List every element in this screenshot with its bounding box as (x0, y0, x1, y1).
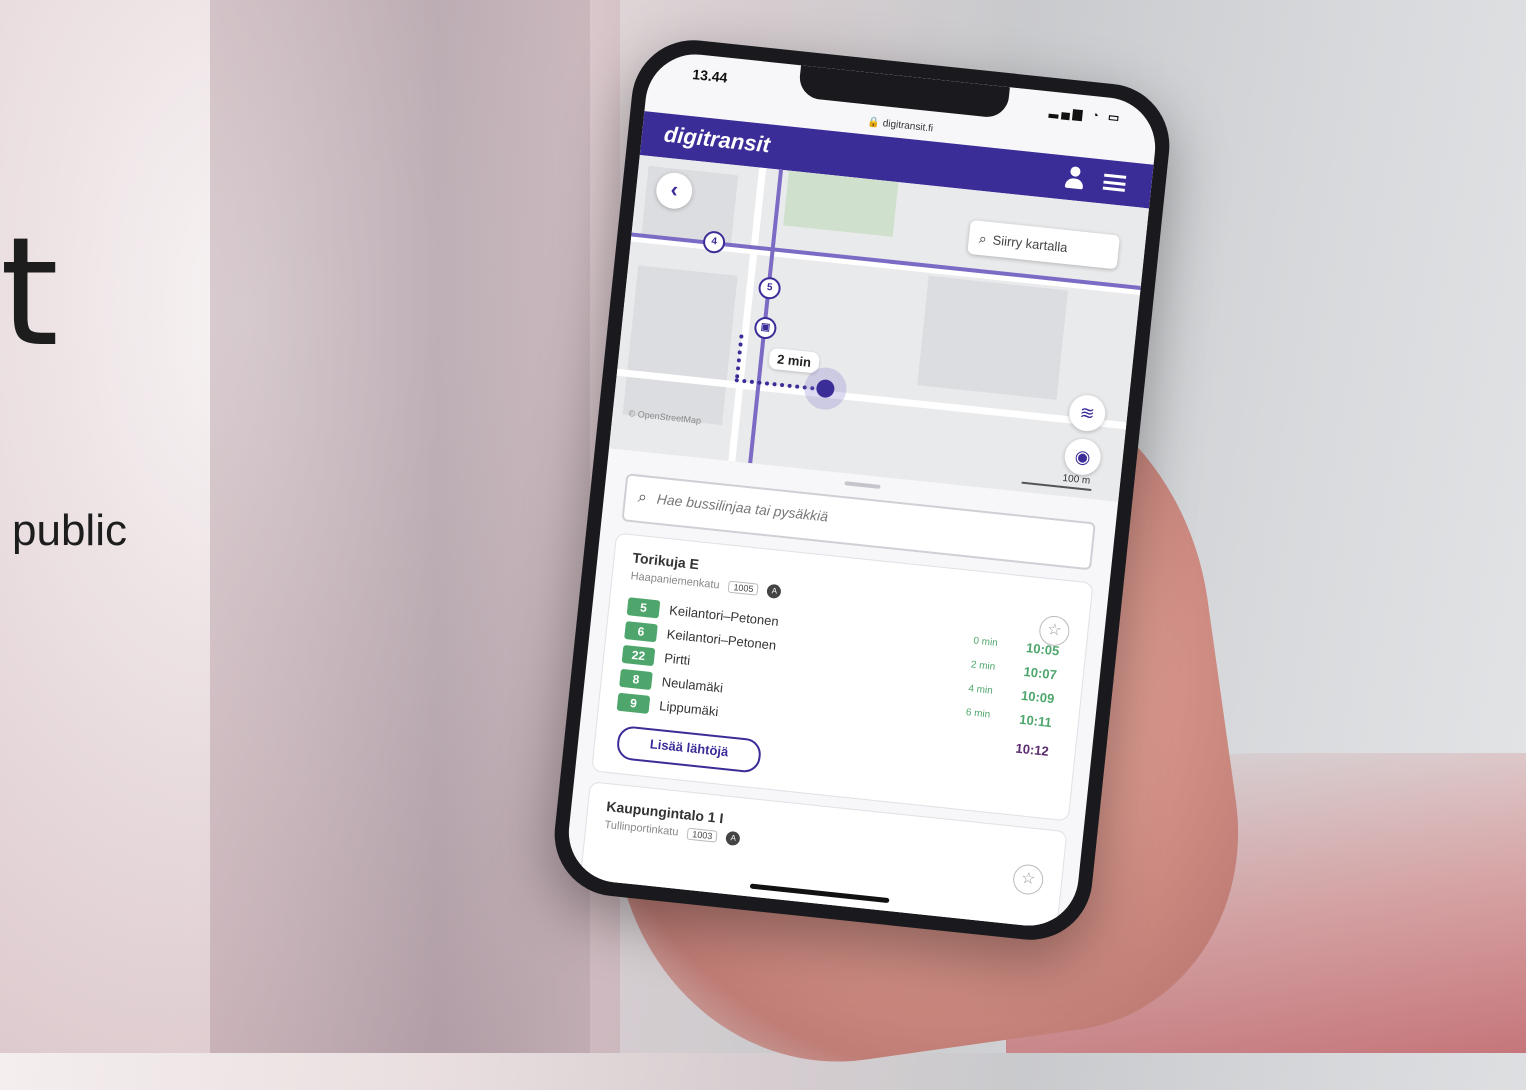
route-badge: 22 (621, 644, 656, 667)
bus-stop-icon[interactable]: ▣ (753, 315, 778, 341)
departure-time: 10:07 (1022, 663, 1058, 683)
cropped-text: public (12, 506, 127, 555)
destination: Lippumäki (658, 698, 720, 720)
stop-street: Haapaniemenkatu 1005 A (630, 569, 783, 600)
locate-me-icon[interactable]: ◉ (1062, 437, 1103, 477)
route-badge: 6 (624, 621, 658, 643)
app-logo[interactable]: digitransit (663, 121, 771, 158)
route-badge: 9 (616, 692, 651, 714)
minutes-until: 4 min (967, 683, 994, 697)
map-block (622, 265, 738, 426)
search-icon: ⌕ (637, 488, 648, 507)
minutes-until: 6 min (965, 707, 991, 721)
stop-street-name: Tullinportinkatu (603, 818, 679, 839)
map-search-placeholder: Siirry kartalla (991, 232, 1069, 256)
phone-screen: 13.44 ▂▄▆ ◔ ▭ 🔒 digitransit.fi digitrans… (563, 49, 1161, 931)
search-icon: ⌕ (978, 229, 988, 247)
user-icon[interactable] (1063, 165, 1087, 191)
signal-wifi-battery-icon: ▂▄▆ ◔ ▭ (1048, 103, 1124, 126)
destination: Neulamäki (661, 674, 724, 696)
route-badge: 5 (626, 597, 661, 619)
map-park (783, 170, 899, 237)
map-search-box[interactable]: ⌕ Siirry kartalla (967, 219, 1121, 270)
cropped-heading-letter: t (0, 206, 59, 380)
map-view[interactable]: 4 5 ▣ 2 min ‹ ⌕ Siirry kartalla ≋ ◉ © Ope… (608, 154, 1150, 502)
map-block (917, 275, 1068, 400)
destination: Keilantori–Petonen (668, 602, 780, 629)
drawer-handle[interactable] (844, 481, 881, 489)
stop-mode-icon: A (725, 830, 741, 847)
stop-name: Torikuja E (631, 549, 700, 573)
route-badge: 8 (619, 668, 653, 691)
favourite-star-icon[interactable]: ☆ (1011, 863, 1045, 896)
departure-time: 10:09 (1020, 687, 1056, 707)
minutes-until: 0 min (972, 635, 999, 649)
background-pillar (210, 0, 590, 1053)
stop-code: 1005 (727, 580, 760, 596)
departure-time: 10:11 (1018, 711, 1053, 731)
hamburger-menu-icon[interactable] (1102, 173, 1127, 192)
stop-search-placeholder: Hae bussilinjaa tai pysäkkiä (656, 490, 829, 525)
more-departures-button[interactable]: Lisää lähtöjä (615, 724, 763, 774)
map-block (641, 165, 739, 245)
stop-card[interactable]: Torikuja E Haapaniemenkatu 1005 A ☆ 5 Ke… (591, 532, 1094, 822)
stop-mode-icon: A (766, 583, 783, 600)
route-marker-5[interactable]: 5 (757, 276, 782, 301)
smartphone: 13.44 ▂▄▆ ◔ ▭ 🔒 digitransit.fi digitrans… (548, 34, 1176, 946)
minutes-until: 2 min (970, 659, 996, 673)
departure-time: 10:05 (1025, 640, 1061, 659)
walk-time-label: 2 min (768, 347, 821, 374)
status-time: 13.44 (691, 66, 729, 86)
destination: Pirtti (663, 650, 692, 668)
stop-street-name: Haapaniemenkatu (630, 570, 721, 592)
layers-icon[interactable]: ≋ (1067, 393, 1108, 433)
stop-code: 1003 (686, 827, 718, 843)
